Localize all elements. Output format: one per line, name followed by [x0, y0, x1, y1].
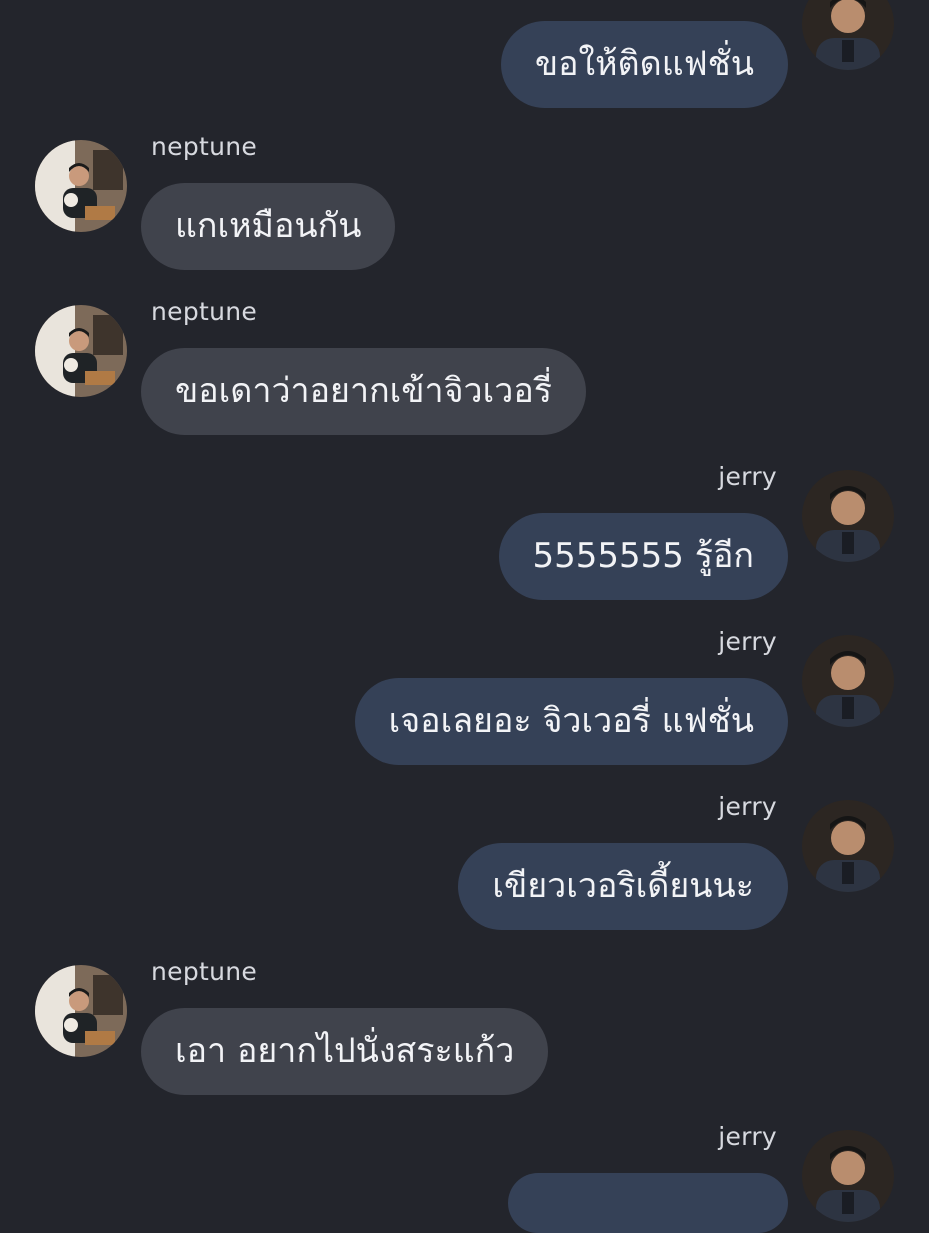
- message-bubble[interactable]: เขียวเวอริเดี้ยนนะ: [458, 843, 788, 930]
- avatar-neptune[interactable]: [35, 965, 127, 1057]
- sender-name: jerry: [718, 792, 777, 821]
- sender-name: jerry: [718, 462, 777, 491]
- avatar-jerry[interactable]: [802, 1130, 894, 1222]
- message-bubble[interactable]: 5555555 รู้อีก: [498, 513, 788, 600]
- sender-name: neptune: [151, 132, 258, 161]
- avatar-jerry[interactable]: [802, 470, 894, 562]
- avatar-neptune[interactable]: [35, 140, 127, 232]
- sender-name: neptune: [151, 297, 258, 326]
- avatar-neptune[interactable]: [35, 305, 127, 397]
- sender-name: neptune: [151, 957, 258, 986]
- avatar-jerry[interactable]: [802, 800, 894, 892]
- sender-name: jerry: [718, 627, 777, 656]
- message-bubble[interactable]: ขอให้ติดแฟชั่น: [500, 21, 788, 108]
- chat-thread[interactable]: jerry ขอให้ติดแฟชั่น neptune แกเหมือนกัน…: [0, 0, 929, 1233]
- avatar-jerry[interactable]: [802, 635, 894, 727]
- message-bubble[interactable]: แกเหมือนกัน: [141, 183, 396, 270]
- avatar-jerry[interactable]: [802, 0, 894, 70]
- message-bubble[interactable]: [508, 1173, 788, 1233]
- message-bubble[interactable]: เอา อยากไปนั่งสระแก้ว: [141, 1008, 549, 1095]
- message-bubble[interactable]: เจอเลยอะ จิวเวอรี่ แฟชั่น: [354, 678, 788, 765]
- sender-name: jerry: [718, 1122, 777, 1151]
- message-bubble[interactable]: ขอเดาว่าอยากเข้าจิวเวอรี่: [141, 348, 587, 435]
